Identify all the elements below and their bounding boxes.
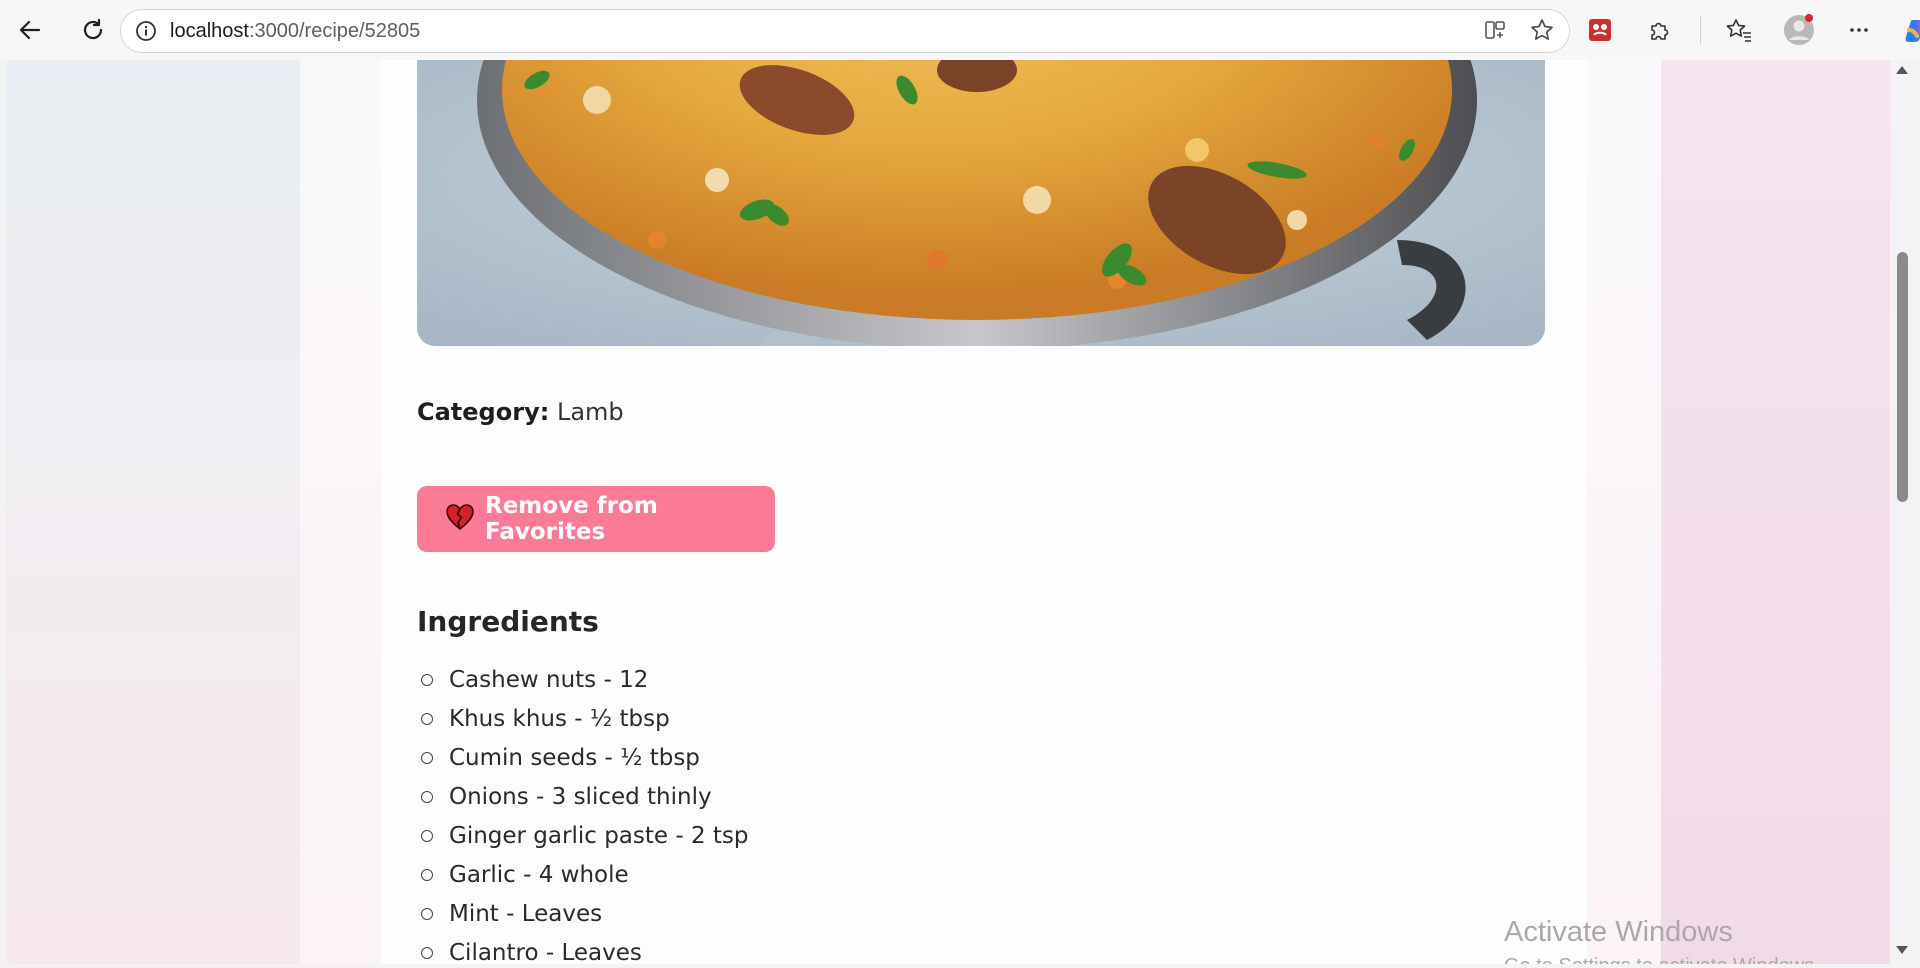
recipe-image bbox=[417, 60, 1545, 346]
windows-activation-watermark: Activate Windows Go to Settings to activ… bbox=[1504, 916, 1820, 964]
ingredients-list: Cashew nuts - 12 Khus khus - ½ tbsp Cumi… bbox=[417, 660, 749, 964]
recipe-category: Category: Lamb bbox=[417, 398, 624, 426]
watermark-subtitle: Go to Settings to activate Windows. bbox=[1504, 955, 1820, 964]
list-item: Khus khus - ½ tbsp bbox=[417, 699, 749, 738]
ingredient-text: Mint - Leaves bbox=[449, 900, 603, 927]
ingredient-text: Ginger garlic paste - 2 tsp bbox=[449, 822, 749, 849]
bullet-icon bbox=[421, 751, 433, 764]
ingredient-text: Cilantro - Leaves bbox=[449, 939, 642, 965]
back-arrow-icon[interactable] bbox=[10, 10, 50, 50]
recipe-card: Category: Lamb Remove from Favorites Ing… bbox=[381, 60, 1587, 964]
ingredient-text: Khus khus - ½ tbsp bbox=[449, 705, 670, 732]
list-item: Cumin seeds - ½ tbsp bbox=[417, 738, 749, 777]
bullet-icon bbox=[421, 829, 433, 842]
copilot-icon[interactable] bbox=[1899, 10, 1920, 50]
broken-heart-icon bbox=[445, 503, 475, 535]
ingredient-text: Cashew nuts - 12 bbox=[449, 666, 649, 693]
red-extension-icon[interactable] bbox=[1580, 10, 1620, 50]
more-options-icon[interactable] bbox=[1839, 10, 1879, 50]
list-item: Cashew nuts - 12 bbox=[417, 660, 749, 699]
watermark-title: Activate Windows bbox=[1504, 916, 1733, 948]
bullet-icon bbox=[421, 712, 433, 725]
list-item: Cilantro - Leaves bbox=[417, 933, 749, 964]
url-text[interactable]: localhost:3000/recipe/52805 bbox=[170, 20, 420, 43]
browser-toolbar: localhost:3000/recipe/52805 bbox=[0, 0, 1920, 60]
scroll-down-arrow-icon[interactable] bbox=[1896, 946, 1908, 954]
list-item: Mint - Leaves bbox=[417, 894, 749, 933]
bullet-icon bbox=[421, 868, 433, 881]
bullet-icon bbox=[421, 673, 433, 686]
ingredients-title: Ingredients bbox=[417, 605, 599, 638]
reload-icon[interactable] bbox=[73, 10, 113, 50]
profile-avatar-icon[interactable] bbox=[1779, 10, 1819, 50]
bullet-icon bbox=[421, 946, 433, 959]
ingredient-text: Cumin seeds - ½ tbsp bbox=[449, 744, 700, 771]
list-item: Garlic - 4 whole bbox=[417, 855, 749, 894]
puzzle-icon[interactable] bbox=[1640, 10, 1680, 50]
url-host: localhost bbox=[170, 19, 249, 42]
page-background-right bbox=[1661, 60, 1896, 964]
favorite-star-icon[interactable] bbox=[1529, 17, 1555, 47]
scroll-thumb[interactable] bbox=[1897, 252, 1908, 502]
vertical-scrollbar[interactable] bbox=[1890, 60, 1914, 964]
split-screen-icon[interactable] bbox=[1483, 18, 1507, 46]
scroll-up-arrow-icon[interactable] bbox=[1896, 66, 1908, 74]
category-label: Category: bbox=[417, 398, 550, 426]
notification-dot bbox=[1805, 14, 1813, 22]
list-item: Onions - 3 sliced thinly bbox=[417, 777, 749, 816]
bullet-icon bbox=[421, 907, 433, 920]
remove-favorite-button[interactable]: Remove from Favorites bbox=[417, 486, 775, 552]
toolbar-divider bbox=[1700, 16, 1701, 44]
list-item: Ginger garlic paste - 2 tsp bbox=[417, 816, 749, 855]
page-viewport: Category: Lamb Remove from Favorites Ing… bbox=[6, 60, 1896, 964]
ingredient-text: Garlic - 4 whole bbox=[449, 861, 629, 888]
category-value: Lamb bbox=[556, 398, 624, 426]
address-bar[interactable]: localhost:3000/recipe/52805 bbox=[120, 9, 1570, 53]
remove-favorite-label: Remove from Favorites bbox=[485, 493, 658, 545]
url-path: :3000/recipe/52805 bbox=[248, 19, 421, 42]
info-icon[interactable] bbox=[134, 19, 158, 43]
bullet-icon bbox=[421, 790, 433, 803]
favorites-list-icon[interactable] bbox=[1719, 10, 1759, 50]
ingredient-text: Onions - 3 sliced thinly bbox=[449, 783, 712, 810]
